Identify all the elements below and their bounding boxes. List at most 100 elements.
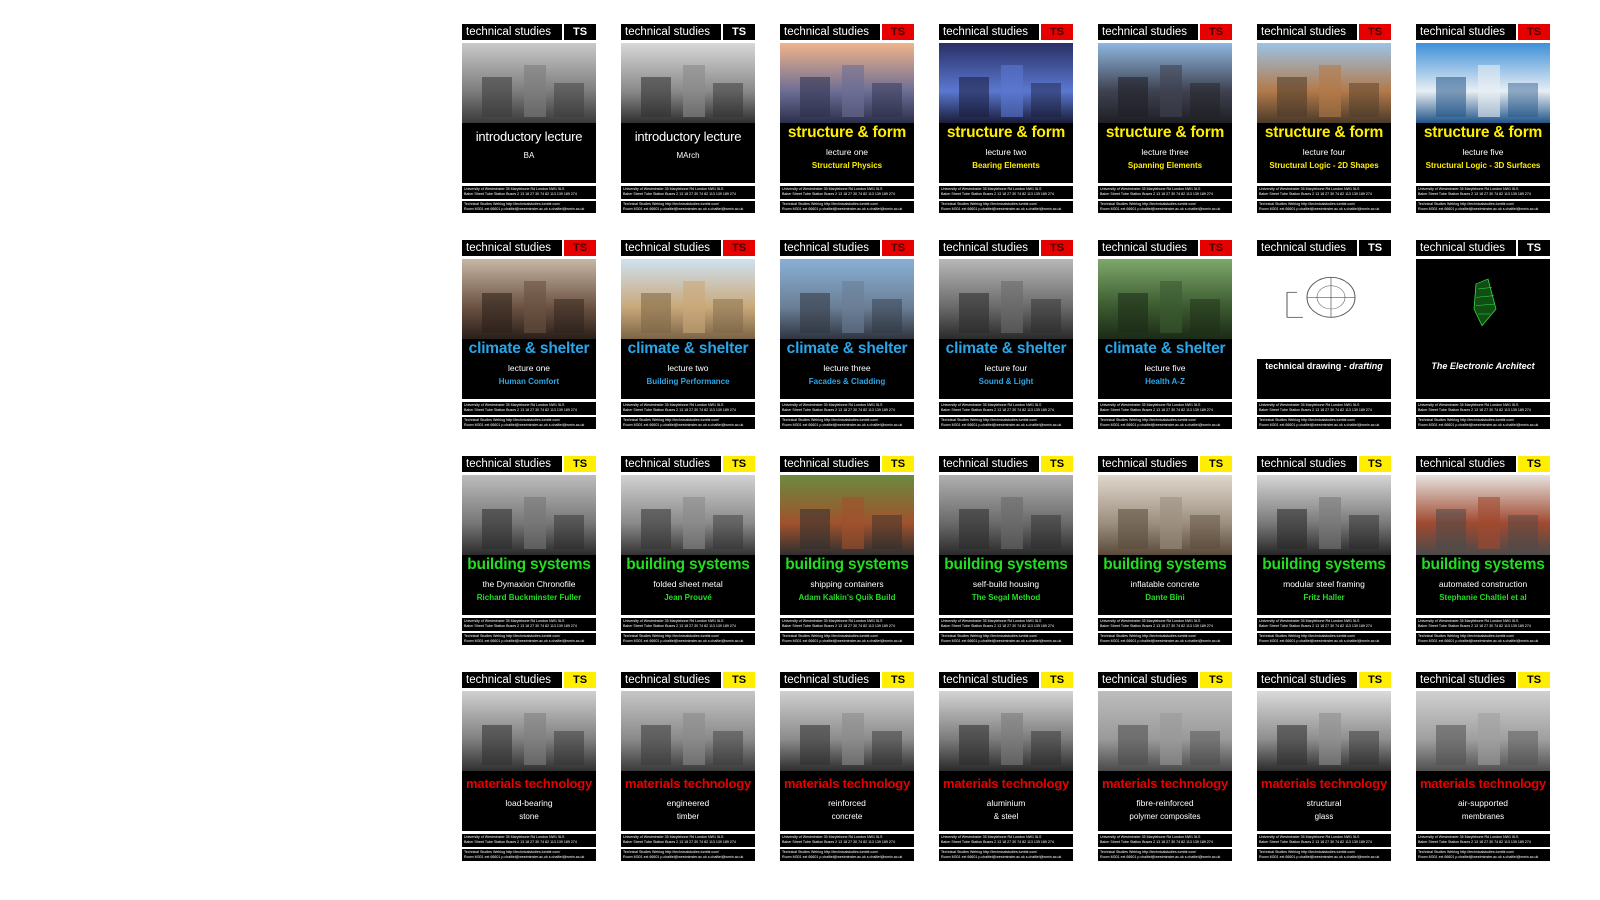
lecture-poster[interactable]: technical studies TS structure & form le… — [939, 24, 1073, 221]
series-label: technical studies — [1257, 240, 1357, 256]
footer-transport-line: Baker Street Tube Station Buses 2 13 18 … — [1259, 623, 1372, 628]
poster-image — [780, 475, 914, 555]
poster-footer: University of Westminster 35 Marylebone … — [621, 186, 755, 213]
lecture-poster[interactable]: technical studies TS climate & shelter l… — [621, 240, 755, 437]
poster-title: structure & form — [1423, 124, 1543, 141]
footer-contact-line: Room M301 ext 66601 p.chaltiel@westminst… — [782, 206, 903, 211]
poster-title: introductory lecture — [475, 129, 583, 144]
footer-contact-line: Room M301 ext 66601 p.chaltiel@westminst… — [464, 206, 585, 211]
poster-image — [939, 475, 1073, 555]
caption-italic-text: drafting — [1349, 361, 1383, 371]
lecture-poster[interactable]: technical studies TS materials technolog… — [780, 672, 914, 869]
poster-subtitle: lecture four — [984, 363, 1028, 373]
footer-address: University of Westminster 35 Marylebone … — [939, 186, 1073, 199]
poster-body: building systems self-build housing The … — [939, 475, 1073, 615]
ts-badge: TS — [723, 456, 755, 472]
footer-weblog: Technical Studies Weblog http://technica… — [1098, 201, 1232, 213]
poster-topic: Fritz Haller — [1303, 593, 1345, 602]
poster-title: structure & form — [1105, 124, 1225, 141]
footer-contact-line: Room M301 ext 66601 p.chaltiel@westminst… — [623, 638, 744, 643]
poster-caption: building systems folded sheet metal Jean… — [621, 555, 755, 615]
lecture-poster[interactable]: technical studies TS structure & form le… — [780, 24, 914, 221]
ts-badge: TS — [1041, 672, 1073, 688]
footer-contact-line: Room M301 ext 66601 p.chaltiel@westminst… — [464, 422, 585, 427]
lecture-poster[interactable]: technical studies TS materials technolog… — [621, 672, 755, 869]
footer-weblog: Technical Studies Weblog http://technica… — [1416, 417, 1550, 429]
series-label: technical studies — [780, 24, 880, 40]
poster-header: technical studies TS — [1416, 456, 1550, 472]
poster-body: building systems folded sheet metal Jean… — [621, 475, 755, 615]
series-label: technical studies — [621, 672, 721, 688]
series-label: technical studies — [939, 672, 1039, 688]
footer-transport-line: Baker Street Tube Station Buses 2 13 18 … — [464, 839, 577, 844]
poster-title: building systems — [1262, 556, 1386, 573]
poster-topic: glass — [1314, 812, 1334, 821]
ts-badge: TS — [1200, 240, 1232, 256]
lecture-poster[interactable]: technical studies TS building systems th… — [462, 456, 596, 653]
lecture-poster[interactable]: technical studies TS materials technolog… — [1098, 672, 1232, 869]
poster-body: building systems the Dymaxion Chronofile… — [462, 475, 596, 615]
lecture-poster[interactable]: technical studies TS building systems mo… — [1257, 456, 1391, 653]
poster-subtitle: lecture three — [823, 363, 871, 373]
lecture-poster[interactable]: technical studies TS building systems fo… — [621, 456, 755, 653]
lecture-poster[interactable]: technical studies TS building systems se… — [939, 456, 1073, 653]
poster-topic: concrete — [831, 812, 863, 821]
poster-subtitle: folded sheet metal — [653, 579, 723, 589]
lecture-poster[interactable]: technical studies TS introductory lectur… — [462, 24, 596, 221]
footer-weblog: Technical Studies Weblog http://technica… — [462, 633, 596, 645]
footer-contact-line: Room M301 ext 66601 p.chaltiel@westminst… — [1100, 854, 1221, 859]
poster-title: structure & form — [787, 124, 907, 141]
footer-address: University of Westminster 35 Marylebone … — [621, 618, 755, 631]
lecture-poster[interactable]: technical studies TS climate & shelter l… — [462, 240, 596, 437]
lecture-poster[interactable]: technical studies TS materials technolog… — [462, 672, 596, 869]
lecture-poster[interactable]: technical studies TS materials technolog… — [1257, 672, 1391, 869]
poster-body: building systems inflatable concrete Dan… — [1098, 475, 1232, 615]
poster-footer: University of Westminster 35 Marylebone … — [1098, 618, 1232, 645]
lecture-poster[interactable]: technical studies TS structure & form le… — [1257, 24, 1391, 221]
ts-badge: TS — [1359, 672, 1391, 688]
poster-caption: climate & shelter lecture one Human Comf… — [462, 339, 596, 399]
footer-weblog: Technical Studies Weblog http://technica… — [462, 201, 596, 213]
poster-footer: University of Westminster 35 Marylebone … — [780, 186, 914, 213]
caption-italic-text: The Electronic Architect — [1431, 361, 1535, 371]
footer-address: University of Westminster 35 Marylebone … — [1098, 186, 1232, 199]
footer-weblog: Technical Studies Weblog http://technica… — [1257, 201, 1391, 213]
poster-topic: Sound & Light — [978, 377, 1034, 386]
lecture-poster[interactable]: technical studies TS materials technolog… — [939, 672, 1073, 869]
lecture-poster[interactable]: technical studies TS climate & shelter l… — [780, 240, 914, 437]
footer-address: University of Westminster 35 Marylebone … — [780, 186, 914, 199]
footer-contact-line: Room M301 ext 66601 p.chaltiel@westminst… — [1259, 422, 1380, 427]
poster-caption: materials technology engineered timber — [621, 771, 755, 831]
poster-topic: polymer composites — [1129, 812, 1201, 821]
footer-address: University of Westminster 35 Marylebone … — [780, 834, 914, 847]
footer-transport-line: Baker Street Tube Station Buses 2 13 18 … — [1259, 191, 1372, 196]
footer-transport-line: Baker Street Tube Station Buses 2 13 18 … — [782, 191, 895, 196]
footer-transport-line: Baker Street Tube Station Buses 2 13 18 … — [623, 623, 736, 628]
footer-contact-line: Room M301 ext 66601 p.chaltiel@westminst… — [782, 422, 903, 427]
poster-caption: materials technology reinforced concrete — [780, 771, 914, 831]
poster-header: technical studies TS — [780, 24, 914, 40]
footer-weblog: Technical Studies Weblog http://technica… — [780, 633, 914, 645]
poster-footer: University of Westminster 35 Marylebone … — [939, 402, 1073, 429]
lecture-poster[interactable]: technical studies TS building systems in… — [1098, 456, 1232, 653]
poster-image — [462, 475, 596, 555]
lecture-poster[interactable]: technical studies TS building systems au… — [1416, 456, 1550, 653]
lecture-poster[interactable]: technical studies TS climate & shelter l… — [939, 240, 1073, 437]
lecture-poster[interactable]: technical studies TS climate & shelter l… — [1098, 240, 1232, 437]
poster-image — [621, 259, 755, 339]
poster-subtitle: inflatable concrete — [1130, 579, 1200, 589]
poster-body: structure & form lecture four Structural… — [1257, 43, 1391, 183]
lecture-poster[interactable]: technical studies TS technical drawing -… — [1257, 240, 1391, 437]
lecture-poster[interactable]: technical studies TS materials technolog… — [1416, 672, 1550, 869]
footer-address: University of Westminster 35 Marylebone … — [1098, 618, 1232, 631]
poster-image — [1257, 475, 1391, 555]
footer-address: University of Westminster 35 Marylebone … — [462, 618, 596, 631]
lecture-poster[interactable]: technical studies TS building systems sh… — [780, 456, 914, 653]
lecture-poster[interactable]: technical studies TS structure & form le… — [1098, 24, 1232, 221]
lecture-poster[interactable]: technical studies TS structure & form le… — [1416, 24, 1550, 221]
poster-subtitle: shipping containers — [810, 579, 884, 589]
lecture-poster[interactable]: technical studies TS introductory lectur… — [621, 24, 755, 221]
series-label: technical studies — [1416, 672, 1516, 688]
lecture-poster[interactable]: technical studies TS The Electronic Arch… — [1416, 240, 1550, 437]
poster-header: technical studies TS — [780, 456, 914, 472]
